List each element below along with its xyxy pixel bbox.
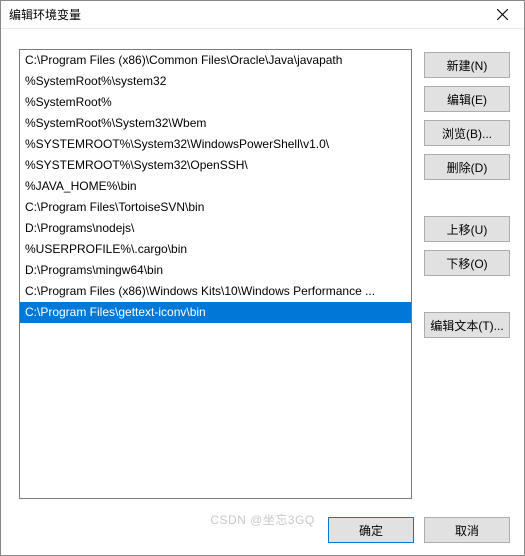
list-item[interactable]: %SystemRoot%\system32 xyxy=(20,71,411,92)
list-item[interactable]: %SystemRoot%\System32\Wbem xyxy=(20,113,411,134)
list-item[interactable]: %SYSTEMROOT%\System32\OpenSSH\ xyxy=(20,155,411,176)
footer-buttons: 确定 取消 xyxy=(1,507,524,555)
list-item[interactable]: C:\Program Files (x86)\Common Files\Orac… xyxy=(20,50,411,71)
window-title: 编辑环境变量 xyxy=(9,6,480,23)
close-button[interactable] xyxy=(480,1,524,29)
dialog-window: 编辑环境变量 C:\Program Files (x86)\Common Fil… xyxy=(0,0,525,556)
list-item[interactable]: C:\Program Files\gettext-iconv\bin xyxy=(20,302,411,323)
move-down-button[interactable]: 下移(O) xyxy=(424,250,510,276)
content-area: C:\Program Files (x86)\Common Files\Orac… xyxy=(1,29,524,507)
list-item[interactable]: C:\Program Files (x86)\Windows Kits\10\W… xyxy=(20,281,411,302)
list-item[interactable]: D:\Programs\mingw64\bin xyxy=(20,260,411,281)
close-icon xyxy=(497,9,508,20)
titlebar: 编辑环境变量 xyxy=(1,1,524,29)
ok-button[interactable]: 确定 xyxy=(328,517,414,543)
move-up-button[interactable]: 上移(U) xyxy=(424,216,510,242)
list-item[interactable]: %USERPROFILE%\.cargo\bin xyxy=(20,239,411,260)
list-item[interactable]: D:\Programs\nodejs\ xyxy=(20,218,411,239)
side-buttons: 新建(N) 编辑(E) 浏览(B)... 删除(D) 上移(U) 下移(O) 编… xyxy=(424,49,510,497)
new-button[interactable]: 新建(N) xyxy=(424,52,510,78)
edit-button[interactable]: 编辑(E) xyxy=(424,86,510,112)
cancel-button[interactable]: 取消 xyxy=(424,517,510,543)
list-item[interactable]: C:\Program Files\TortoiseSVN\bin xyxy=(20,197,411,218)
list-item[interactable]: %SystemRoot% xyxy=(20,92,411,113)
list-item[interactable]: %SYSTEMROOT%\System32\WindowsPowerShell\… xyxy=(20,134,411,155)
browse-button[interactable]: 浏览(B)... xyxy=(424,120,510,146)
path-listbox[interactable]: C:\Program Files (x86)\Common Files\Orac… xyxy=(19,49,412,499)
delete-button[interactable]: 删除(D) xyxy=(424,154,510,180)
list-item[interactable]: %JAVA_HOME%\bin xyxy=(20,176,411,197)
edit-text-button[interactable]: 编辑文本(T)... xyxy=(424,312,510,338)
